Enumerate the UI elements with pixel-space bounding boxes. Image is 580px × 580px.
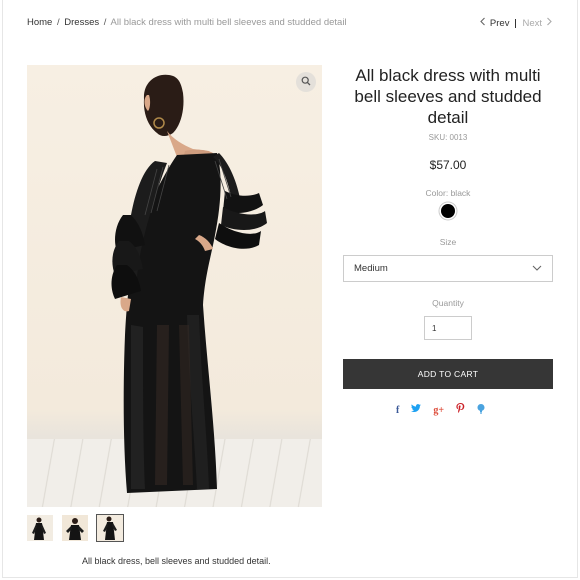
product-description: All black dress, bell sleeves and studde…: [82, 556, 271, 566]
thumbnail-strip: [27, 514, 124, 542]
pinterest-icon[interactable]: [456, 403, 465, 418]
quantity-value: 1: [432, 323, 437, 333]
product-sku: SKU: 0013: [428, 133, 468, 142]
breadcrumb-dresses-link[interactable]: Dresses: [64, 17, 99, 28]
twitter-icon[interactable]: [411, 404, 422, 417]
dress-figure-illustration: [111, 74, 267, 493]
color-label: Color: black: [425, 188, 471, 198]
breadcrumb-home-link[interactable]: Home: [27, 17, 52, 28]
thumbnail-side-view[interactable]: [62, 515, 88, 541]
product-title: All black dress with multi bell sleeves …: [354, 66, 542, 127]
product-pager: Prev Next: [479, 17, 553, 29]
thumbnail-back-view[interactable]: [96, 514, 124, 542]
search-icon: [301, 73, 311, 91]
chevron-down-icon: [532, 263, 542, 274]
zoom-button[interactable]: [296, 72, 316, 92]
google-plus-icon[interactable]: g+: [433, 405, 444, 417]
quantity-input[interactable]: 1: [424, 316, 472, 340]
thumbnail-front-view[interactable]: [27, 515, 53, 541]
size-select-value: Medium: [354, 263, 388, 274]
color-swatch-black[interactable]: [441, 204, 455, 218]
social-share-bar: f g+: [396, 403, 485, 418]
chevron-right-icon[interactable]: [546, 17, 553, 29]
pager-divider: [515, 18, 517, 28]
prev-link[interactable]: Prev: [490, 18, 510, 29]
add-to-cart-button[interactable]: ADD TO CART: [343, 359, 553, 389]
breadcrumb-separator: /: [56, 17, 60, 28]
breadcrumb-current: All black dress with multi bell sleeves …: [110, 17, 347, 28]
chevron-left-icon[interactable]: [479, 17, 486, 29]
facebook-icon[interactable]: f: [396, 405, 399, 417]
breadcrumb-separator: /: [103, 17, 107, 28]
quantity-label: Quantity: [432, 298, 464, 308]
size-label: Size: [439, 237, 457, 247]
product-price: $57.00: [429, 158, 467, 172]
fancy-icon[interactable]: [477, 403, 485, 418]
next-link[interactable]: Next: [522, 18, 542, 29]
size-select[interactable]: Medium: [343, 255, 553, 282]
product-main-image[interactable]: [27, 65, 322, 507]
breadcrumb: Home / Dresses / All black dress with mu…: [27, 17, 347, 28]
